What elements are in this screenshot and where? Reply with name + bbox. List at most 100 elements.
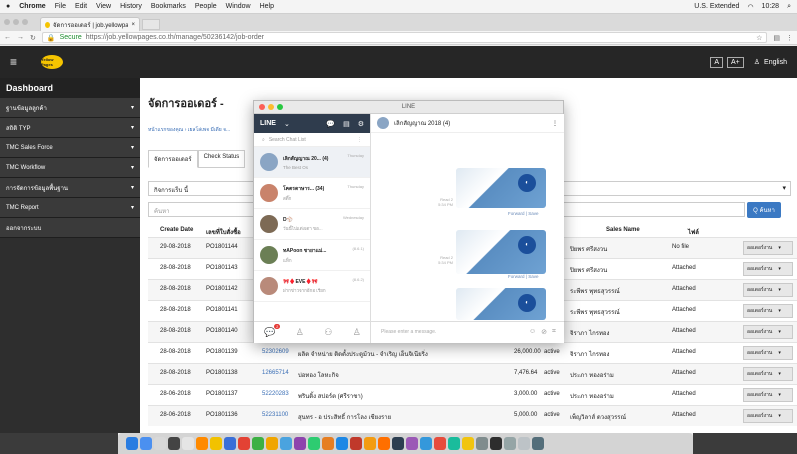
dock-app-icon[interactable] <box>448 437 460 450</box>
forward-icon[interactable]: → <box>17 34 24 41</box>
add-friend-icon[interactable]: ♙ <box>353 327 361 338</box>
more-icon[interactable]: ⋮ <box>357 137 362 143</box>
col-po-number[interactable]: เลขที่ใบสั่งซื้อ <box>206 227 241 237</box>
menu-view[interactable]: View <box>96 3 111 10</box>
extension-icon[interactable]: ▤ <box>773 34 780 42</box>
hamburger-icon[interactable]: ≡ <box>10 55 17 69</box>
url-field[interactable]: 🔒 Secure https://job.yellowpages.co.th/m… <box>41 32 768 43</box>
back-icon[interactable]: ← <box>4 34 11 41</box>
sidebar-title[interactable]: Dashboard <box>0 78 140 98</box>
sidebar-item-customers[interactable]: ฐานข้อมูลลูกค้า ▾ <box>0 98 140 118</box>
col-create-date[interactable]: Create Date <box>160 227 193 233</box>
menu-history[interactable]: History <box>120 3 142 10</box>
menu-dots-icon[interactable]: ⋮ <box>786 34 793 42</box>
chats-tab-icon[interactable]: 💬 2 <box>264 324 281 338</box>
menu-window[interactable]: Window <box>226 3 251 10</box>
dock-app-icon[interactable] <box>224 437 236 450</box>
chat-list-item[interactable]: 🎀♦️EVE♦️🎀 ฝากข่าวจากอีกอ เรียก (8.6.2) <box>254 271 370 302</box>
sidebar-item-workflow[interactable]: TMC Workflow ▾ <box>0 158 140 178</box>
timeline-icon[interactable]: ▤ <box>343 120 350 128</box>
save-link[interactable]: Save <box>528 274 538 279</box>
save-link[interactable]: Save <box>528 211 538 216</box>
dock-app-icon[interactable] <box>532 437 544 450</box>
groups-tab-icon[interactable]: ⚇ <box>324 327 332 338</box>
dock-app-icon[interactable] <box>126 437 138 450</box>
menu-people[interactable]: People <box>195 3 217 10</box>
row-customer-id[interactable]: 52231100 <box>262 412 288 418</box>
dock-app-icon[interactable] <box>308 437 320 450</box>
order-action-button[interactable]: ออเดอร์งาน ▾ <box>743 367 793 381</box>
search-button[interactable]: Q ค้นหา <box>747 202 781 218</box>
dock-app-icon[interactable] <box>434 437 446 450</box>
dock-app-icon[interactable] <box>392 437 404 450</box>
table-row[interactable]: 28-06-2018 PO1801136 52231100 สุนทร - อ ประ… <box>148 405 797 426</box>
emoji-icon[interactable]: ☺ <box>529 328 536 336</box>
window-controls[interactable] <box>4 19 28 25</box>
yellowpages-logo[interactable]: Yellow Pages <box>41 55 64 69</box>
dock-app-icon[interactable] <box>378 437 390 450</box>
dock-app-icon[interactable] <box>280 437 292 450</box>
dock-app-icon[interactable] <box>210 437 222 450</box>
chat-search-input[interactable]: ⌕ Search Chat List ⋮ <box>254 133 370 147</box>
order-action-button[interactable]: ออเดอร์งาน ▾ <box>743 346 793 360</box>
keyboard-layout-label[interactable]: U.S. Extended <box>694 3 739 10</box>
font-small-button[interactable]: A <box>710 56 723 68</box>
dock-app-icon[interactable] <box>504 437 516 450</box>
font-big-button[interactable]: A+ <box>726 56 744 68</box>
menu-edit[interactable]: Edit <box>75 3 87 10</box>
menu-bookmarks[interactable]: Bookmarks <box>151 3 186 10</box>
tab-manage-orders[interactable]: จัดการออเดอร์ <box>148 150 198 168</box>
attach-icon[interactable]: ⊘ <box>541 328 547 336</box>
apple-icon[interactable]: ● <box>6 3 10 10</box>
dock-app-icon[interactable] <box>490 437 502 450</box>
dock-app-icon[interactable] <box>350 437 362 450</box>
dock-app-icon[interactable] <box>266 437 278 450</box>
row-customer-id[interactable]: 12665714 <box>262 370 289 376</box>
order-action-button[interactable]: ออเดอร์งาน ▾ <box>743 262 793 276</box>
image-message[interactable]: ◐ <box>456 288 546 320</box>
col-sales-name[interactable]: Sales Name <box>606 227 640 233</box>
line-titlebar[interactable]: LINE <box>254 101 563 114</box>
chat-list-item[interactable]: โคตรดาษาร... (34) สติ๊ก Thursday <box>254 178 370 209</box>
language-link[interactable]: English <box>764 59 787 66</box>
dock-app-icon[interactable] <box>140 437 152 450</box>
dock-app-icon[interactable] <box>196 437 208 450</box>
forward-link[interactable]: Forward <box>508 211 525 216</box>
image-message[interactable]: ◐ <box>456 168 546 208</box>
dock-app-icon[interactable] <box>294 437 306 450</box>
user-icon[interactable]: ♙ <box>754 58 760 66</box>
dock-app-icon[interactable] <box>462 437 474 450</box>
tab-check-status[interactable]: Check Status <box>197 150 246 168</box>
browser-tab[interactable]: จัดการออเดอร์ | job.yellowpages.c × <box>40 17 140 31</box>
spotlight-icon[interactable]: ⌕ <box>787 3 791 11</box>
order-action-button[interactable]: ออเดอร์งาน ▾ <box>743 325 793 339</box>
order-action-button[interactable]: ออเดอร์งาน ▾ <box>743 241 793 255</box>
sidebar-item-stats[interactable]: สถิติ TYP ▾ <box>0 118 140 138</box>
dock-app-icon[interactable] <box>252 437 264 450</box>
dock-app-icon[interactable] <box>364 437 376 450</box>
chat-icon[interactable]: 💬 <box>326 120 335 128</box>
line-app-window[interactable]: LINE LINE ⌄ 💬 ▤ ⚙ ⌕ Search Chat List ⋮ เ… <box>253 100 564 343</box>
reload-icon[interactable]: ↻ <box>30 34 36 42</box>
chat-list-item[interactable]: D⚾ วันนี้ไปแต่งเดา ขอ... Wednesday <box>254 209 370 240</box>
clock-label[interactable]: 10:28 <box>762 3 780 10</box>
table-row[interactable]: 28-08-2018 PO1801138 12665714 บ่อทอง โลหะกิ… <box>148 363 797 384</box>
menu-help[interactable]: Help <box>260 3 274 10</box>
dock-app-icon[interactable] <box>168 437 180 450</box>
dock-app-icon[interactable] <box>476 437 488 450</box>
dock-app-icon[interactable] <box>238 437 250 450</box>
line-brand[interactable]: LINE <box>260 120 276 127</box>
window-controls[interactable] <box>259 104 283 110</box>
dock-app-icon[interactable] <box>182 437 194 450</box>
star-icon[interactable]: ☆ <box>756 34 762 42</box>
dock-app-icon[interactable] <box>420 437 432 450</box>
chat-list-item[interactable]: ทAPoon ชายาแม่... แท็ก (8.6.1) <box>254 240 370 271</box>
friends-tab-icon[interactable]: ♙ <box>296 327 304 338</box>
forward-link[interactable]: Forward <box>508 274 525 279</box>
menu-file[interactable]: File <box>55 3 66 10</box>
col-file[interactable]: ไฟล์ <box>688 227 699 237</box>
row-customer-id[interactable]: 52220283 <box>262 391 289 397</box>
sidebar-item-logout[interactable]: ออกจากระบบ <box>0 218 140 238</box>
chevron-down-icon[interactable]: ⌄ <box>284 120 290 128</box>
dock-app-icon[interactable] <box>336 437 348 450</box>
